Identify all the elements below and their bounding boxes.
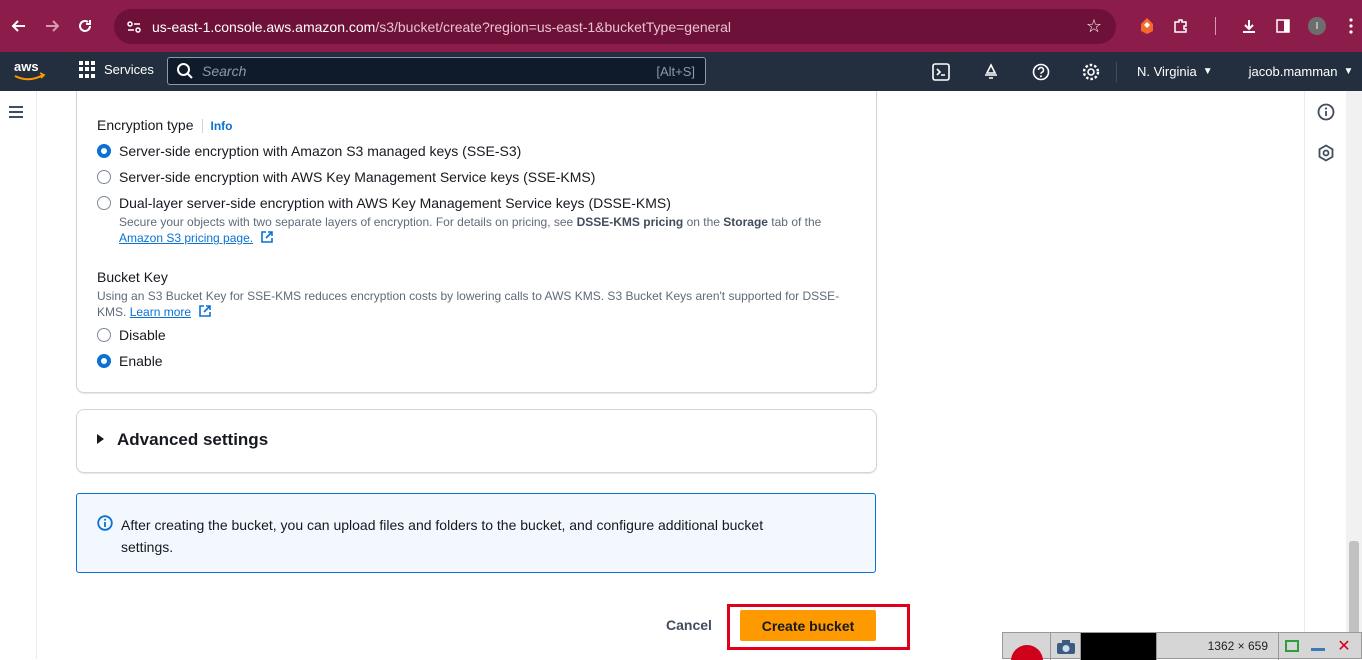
- right-side-rail: [1304, 91, 1346, 659]
- extension-fox-icon[interactable]: [1130, 14, 1164, 38]
- help-icon[interactable]: [1016, 63, 1066, 81]
- back-button[interactable]: [5, 12, 33, 40]
- radio-bucket-key-enable[interactable]: Enable: [97, 353, 163, 369]
- recorder-region-icon[interactable]: [1279, 633, 1305, 658]
- settings-gear-icon[interactable]: [1066, 63, 1116, 81]
- default-encryption-panel: Encryption type Info Server-side encrypti…: [76, 91, 877, 393]
- download-icon[interactable]: [1232, 14, 1266, 38]
- notifications-bell-icon[interactable]: [966, 62, 1016, 81]
- search-icon: [177, 63, 193, 79]
- bucket-key-label: Bucket Key: [97, 269, 168, 285]
- advanced-settings-title: Advanced settings: [117, 430, 269, 449]
- region-selector[interactable]: N. Virginia ▼: [1122, 64, 1213, 79]
- reload-icon: [79, 20, 91, 32]
- nav-separator: [1116, 61, 1117, 82]
- browser-menu-icon[interactable]: [1334, 14, 1362, 38]
- radio-label: Server-side encryption with AWS Key Mana…: [119, 169, 596, 185]
- radio-label: Server-side encryption with Amazon S3 ma…: [119, 143, 522, 159]
- browser-toolbar: us-east-1.console.aws.amazon.com/s3/buck…: [0, 0, 1362, 52]
- camera-icon: [1056, 639, 1075, 654]
- bucket-key-description: Using an S3 Bucket Key for SSE-KMS reduc…: [97, 288, 857, 320]
- radio-label: Enable: [119, 353, 163, 369]
- region-label: N. Virginia: [1137, 64, 1197, 79]
- services-label: Services: [104, 62, 154, 77]
- alert-text: After creating the bucket, you can uploa…: [121, 517, 764, 555]
- site-settings-icon[interactable]: [120, 13, 148, 41]
- recorder-minimize-icon[interactable]: [1305, 633, 1331, 658]
- desc-text: Secure your objects with two separate la…: [119, 215, 577, 229]
- caret-right-icon: [97, 434, 104, 444]
- url-host: us-east-1.console.aws.amazon.com: [152, 18, 376, 35]
- learn-more-link[interactable]: Learn more: [130, 305, 191, 319]
- s3-pricing-link[interactable]: Amazon S3 pricing page.: [119, 231, 253, 245]
- info-link[interactable]: Info: [201, 119, 233, 133]
- desc-text: on the: [683, 215, 724, 229]
- profile-avatar[interactable]: I: [1300, 14, 1334, 38]
- recorder-preview: [1081, 633, 1157, 660]
- radio-bucket-key-disable[interactable]: Disable: [97, 327, 166, 343]
- advanced-settings-expander[interactable]: Advanced settings: [76, 409, 877, 473]
- desc-bold: DSSE-KMS pricing: [576, 215, 684, 229]
- separator: [1198, 14, 1232, 38]
- hamburger-menu-icon[interactable]: [9, 106, 23, 121]
- radio-selected-icon[interactable]: [97, 354, 111, 368]
- aws-logo-icon[interactable]: aws: [12, 58, 48, 84]
- page-scrollbar[interactable]: [1346, 91, 1362, 659]
- user-label: jacob.mamman: [1248, 64, 1338, 79]
- radio-dsse-kms[interactable]: Dual-layer server-side encryption with A…: [97, 195, 671, 211]
- record-button[interactable]: [1003, 633, 1051, 660]
- cloudshell-icon[interactable]: [916, 62, 966, 81]
- svg-text:aws: aws: [14, 59, 39, 74]
- forward-arrow-icon: [46, 20, 60, 32]
- recorder-dimensions: 1362 × 659: [1157, 633, 1279, 660]
- encryption-type-text: Encryption type: [97, 117, 194, 133]
- radio-label: Disable: [119, 327, 166, 343]
- desc-text: tab of the: [767, 215, 822, 229]
- reload-button[interactable]: [71, 12, 99, 40]
- desc-text: KMS.: [97, 305, 127, 319]
- radio-sse-s3[interactable]: Server-side encryption with Amazon S3 ma…: [97, 143, 521, 159]
- address-bar[interactable]: us-east-1.console.aws.amazon.com/s3/buck…: [114, 9, 1116, 44]
- help-panel-hexagon-icon[interactable]: [1317, 144, 1335, 162]
- annotation-highlight-box: [727, 604, 910, 650]
- search-input[interactable]: Search [Alt+S]: [167, 57, 706, 85]
- profile-initial: I: [1308, 17, 1326, 35]
- camera-button[interactable]: [1051, 633, 1081, 660]
- extensions-puzzle-icon[interactable]: [1164, 14, 1198, 38]
- record-dot-icon: [1011, 645, 1043, 660]
- back-arrow-icon: [11, 20, 25, 32]
- info-alert: After creating the bucket, you can uploa…: [76, 493, 876, 573]
- radio-unselected-icon[interactable]: [97, 328, 111, 342]
- search-placeholder: Search: [202, 63, 247, 79]
- external-link-icon[interactable]: [198, 304, 212, 318]
- radio-label: Dual-layer server-side encryption with A…: [119, 195, 671, 211]
- screen-recorder-widget: 1362 × 659 ✕: [1002, 632, 1362, 660]
- cancel-button[interactable]: Cancel: [660, 612, 718, 638]
- radio-unselected-icon[interactable]: [97, 196, 111, 210]
- recorder-close-icon[interactable]: ✕: [1331, 633, 1357, 658]
- search-shortcut: [Alt+S]: [656, 63, 695, 79]
- side-panel-icon[interactable]: [1266, 14, 1300, 38]
- radio-sse-kms[interactable]: Server-side encryption with AWS Key Mana…: [97, 169, 595, 185]
- services-menu[interactable]: Services: [79, 61, 154, 78]
- radio-selected-icon[interactable]: [97, 144, 111, 158]
- left-side-rail: [0, 91, 37, 659]
- radio-unselected-icon[interactable]: [97, 170, 111, 184]
- url-text: us-east-1.console.aws.amazon.com/s3/buck…: [152, 19, 731, 35]
- dsse-description: Secure your objects with two separate la…: [119, 214, 849, 246]
- forward-button[interactable]: [38, 12, 66, 40]
- desc-bold: Storage: [723, 215, 768, 229]
- bookmark-star-icon[interactable]: ☆: [1086, 16, 1102, 37]
- external-link-icon[interactable]: [260, 230, 274, 244]
- caret-down-icon: ▼: [1202, 66, 1213, 77]
- desc-text: Using an S3 Bucket Key for SSE-KMS reduc…: [97, 289, 840, 303]
- url-path: /s3/bucket/create?region=us-east-1&bucke…: [375, 18, 731, 35]
- info-panel-icon[interactable]: [1317, 103, 1335, 121]
- caret-down-icon: ▼: [1343, 66, 1354, 77]
- encryption-type-label: Encryption type Info: [97, 117, 233, 133]
- aws-top-nav: aws Services Search [Alt+S] N. Virginia ▼: [0, 52, 1362, 91]
- services-grid-icon: [79, 61, 96, 78]
- account-menu[interactable]: jacob.mamman ▼: [1249, 64, 1354, 79]
- info-circle-icon: [97, 515, 113, 531]
